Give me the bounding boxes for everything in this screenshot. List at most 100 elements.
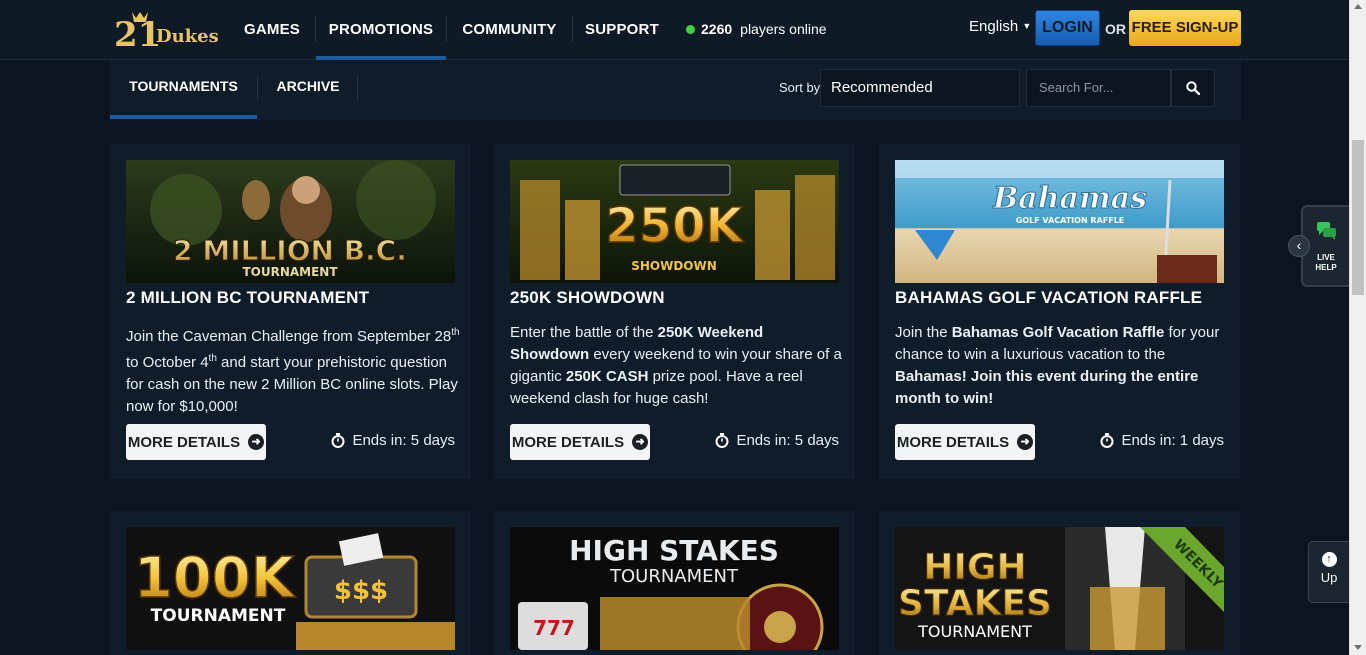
- nav-games[interactable]: GAMES: [232, 0, 312, 60]
- arrow-right-icon: ➜: [248, 434, 265, 450]
- promotions-subnav: TOURNAMENTS ARCHIVE Sort by Recommended …: [110, 60, 1241, 120]
- players-online-count: 2260: [701, 21, 733, 37]
- more-details-button[interactable]: MORE DETAILS ➜: [510, 424, 650, 460]
- promo-card: WEEKLY HIGH STAKES TOURNAMENT: [879, 511, 1240, 655]
- banner-subtitle: TOURNAMENT: [917, 622, 1032, 641]
- arrow-right-icon: ➜: [1017, 434, 1034, 450]
- desc-text: Enter the battle of the: [510, 324, 658, 341]
- sort-select[interactable]: Recommended: [820, 69, 1020, 107]
- search-placeholder: Search For...: [1039, 80, 1114, 95]
- stopwatch-icon: [715, 433, 729, 448]
- nav-promotions[interactable]: PROMOTIONS: [316, 0, 446, 60]
- desc-text: Join the Caveman Challenge from Septembe…: [126, 328, 452, 345]
- ends-in: Ends in: 5 days: [331, 432, 455, 449]
- login-button[interactable]: LOGIN: [1035, 10, 1100, 46]
- promo-image-100k-tournament[interactable]: $$$ 100K TOURNAMENT: [126, 527, 455, 650]
- banner-subtitle: GOLF VACATION RAFFLE: [1016, 216, 1125, 225]
- promo-image-250k-showdown[interactable]: 250K SHOWDOWN: [510, 160, 839, 283]
- promo-image-high-stakes-weekly[interactable]: WEEKLY HIGH STAKES TOURNAMENT: [895, 527, 1224, 650]
- stopwatch-icon: [331, 433, 345, 448]
- banner-title: 2 MILLION B.C.: [173, 234, 407, 267]
- desc-bold: 250K CASH: [565, 368, 649, 385]
- arrow-up-icon: ↑: [1321, 552, 1337, 567]
- tab-archive[interactable]: ARCHIVE: [258, 60, 358, 116]
- banner-subtitle: SHOWDOWN: [631, 259, 717, 273]
- live-help-line1: LIVE: [1317, 253, 1335, 262]
- banner-title: HIGH: [923, 547, 1026, 588]
- banner-subtitle: TOURNAMENT: [242, 265, 338, 279]
- live-help-line2: HELP: [1315, 263, 1337, 272]
- top-navbar: 21 Dukes GAMES PROMOTIONS COMMUNITY SUPP…: [0, 0, 1366, 60]
- scroll-up-arrow-icon[interactable]: [1354, 4, 1362, 9]
- desc-sup: th: [208, 353, 217, 364]
- more-details-label: MORE DETAILS: [896, 433, 1010, 451]
- desc-sup: th: [451, 327, 460, 338]
- logo-graphic: 21 Dukes: [114, 12, 219, 55]
- more-details-button[interactable]: MORE DETAILS ➜: [126, 424, 266, 460]
- promo-card: $$$ 100K TOURNAMENT: [110, 511, 471, 655]
- desc-text: Join the: [895, 324, 952, 341]
- collapse-chevron-left-icon[interactable]: ‹: [1288, 235, 1310, 257]
- site-logo[interactable]: 21 Dukes: [112, 8, 227, 55]
- promo-banner: WEEKLY HIGH STAKES TOURNAMENT: [895, 527, 1224, 650]
- language-selector[interactable]: English ▼: [969, 18, 1031, 35]
- sort-select-value: Recommended: [831, 79, 933, 96]
- banner-title: 250K: [605, 198, 744, 254]
- tab-divider: [357, 76, 358, 100]
- promo-image-2-million-bc[interactable]: 2 MILLION B.C. TOURNAMENT: [126, 160, 455, 283]
- ends-in-label: Ends in: 1 days: [1121, 432, 1224, 449]
- svg-text:$$$: $$$: [334, 576, 388, 606]
- promo-image-high-stakes[interactable]: 777 HIGH STAKES TOURNAMENT: [510, 527, 839, 650]
- promo-title: 250K SHOWDOWN: [510, 288, 665, 307]
- promo-banner: 2 MILLION B.C. TOURNAMENT: [126, 160, 455, 283]
- stopwatch-icon: [1100, 433, 1114, 448]
- more-details-label: MORE DETAILS: [511, 433, 625, 451]
- nav-support[interactable]: SUPPORT: [573, 0, 671, 60]
- promo-card: 777 HIGH STAKES TOURNAMENT: [494, 511, 855, 655]
- scroll-thumb[interactable]: [1352, 140, 1364, 295]
- chat-bubbles-icon: [1317, 222, 1336, 240]
- promo-title: BAHAMAS GOLF VACATION RAFFLE: [895, 288, 1203, 307]
- ends-in-label: Ends in: 5 days: [736, 432, 839, 449]
- ends-in-label: Ends in: 5 days: [352, 432, 455, 449]
- scroll-top-label: Up: [1320, 570, 1338, 585]
- or-label: OR: [1105, 21, 1126, 37]
- search-input[interactable]: Search For...: [1026, 69, 1171, 107]
- banner-title: Bahamas: [992, 181, 1147, 216]
- promo-card: 250K SHOWDOWN 250K SHOWDOWN Enter the ba…: [494, 144, 855, 479]
- caret-down-icon: ▼: [1022, 21, 1032, 31]
- players-online-label: players online: [740, 21, 827, 37]
- more-details-button[interactable]: MORE DETAILS ➜: [895, 424, 1035, 460]
- search-button[interactable]: [1171, 69, 1215, 107]
- desc-bold: Bahamas Golf Vacation Raffle: [951, 324, 1165, 341]
- promo-banner: 250K SHOWDOWN: [510, 160, 839, 283]
- tab-active-indicator: [110, 115, 257, 119]
- banner-title: HIGH STAKES: [569, 534, 779, 567]
- nav-community[interactable]: COMMUNITY: [447, 0, 572, 60]
- language-label: English: [969, 18, 1019, 35]
- banner-title-line2: STAKES: [898, 583, 1052, 624]
- promo-image-bahamas-raffle[interactable]: Bahamas GOLF VACATION RAFFLE: [895, 160, 1224, 283]
- free-signup-button[interactable]: FREE SIGN-UP: [1129, 10, 1241, 46]
- ends-in: Ends in: 1 days: [1100, 432, 1224, 449]
- promo-title: 2 MILLION BC TOURNAMENT: [126, 288, 370, 307]
- promo-description: Join the Bahamas Golf Vacation Raffle fo…: [895, 322, 1230, 410]
- tab-tournaments[interactable]: TOURNAMENTS: [110, 60, 257, 116]
- promo-card: Bahamas GOLF VACATION RAFFLE BAHAMAS GOL…: [879, 144, 1240, 479]
- arrow-right-icon: ➜: [632, 434, 649, 450]
- sort-by-label: Sort by: [779, 80, 821, 95]
- online-status-icon: [686, 24, 695, 34]
- promo-banner: 777 HIGH STAKES TOURNAMENT: [510, 527, 839, 650]
- live-help-label: LIVE HELP: [1303, 253, 1349, 273]
- scroll-to-top-button[interactable]: ↑ Up: [1308, 541, 1350, 603]
- scroll-down-arrow-icon[interactable]: [1354, 645, 1362, 650]
- promo-banner: Bahamas GOLF VACATION RAFFLE: [895, 160, 1224, 283]
- more-details-label: MORE DETAILS: [127, 433, 241, 451]
- svg-text:Dukes: Dukes: [156, 26, 219, 47]
- page-scrollbar[interactable]: [1349, 0, 1366, 655]
- banner-subtitle: TOURNAMENT: [151, 606, 286, 626]
- banner-title: 100K: [134, 546, 297, 611]
- desc-bold: Bahamas! Join this event during the enti…: [895, 368, 1199, 407]
- svg-text:777: 777: [533, 616, 575, 640]
- promo-description: Join the Caveman Challenge from Septembe…: [126, 322, 461, 418]
